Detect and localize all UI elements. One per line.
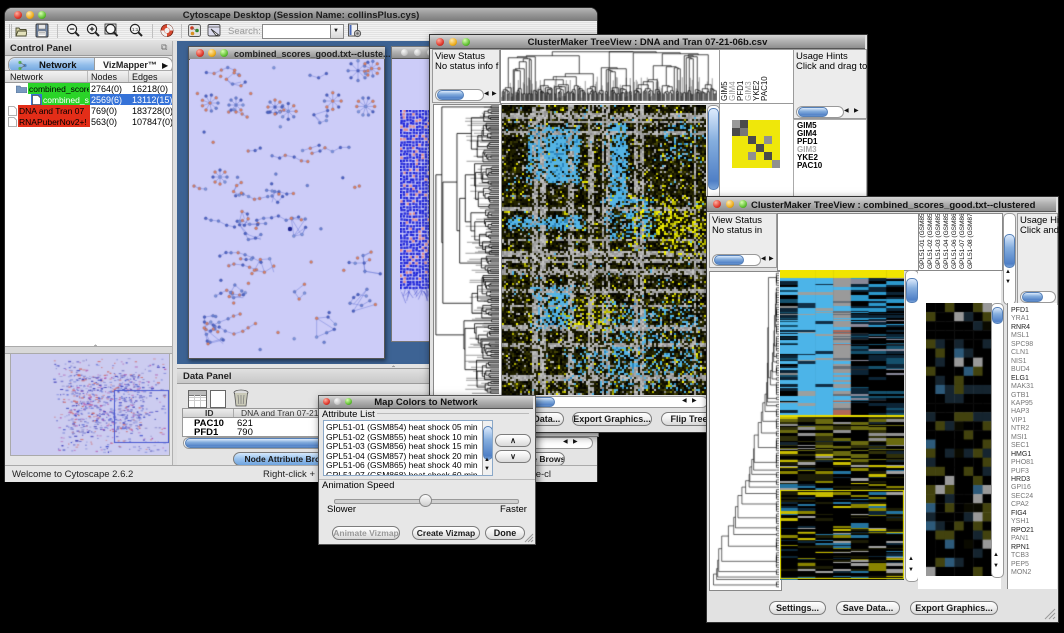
- svg-text:1:1: 1:1: [132, 27, 139, 32]
